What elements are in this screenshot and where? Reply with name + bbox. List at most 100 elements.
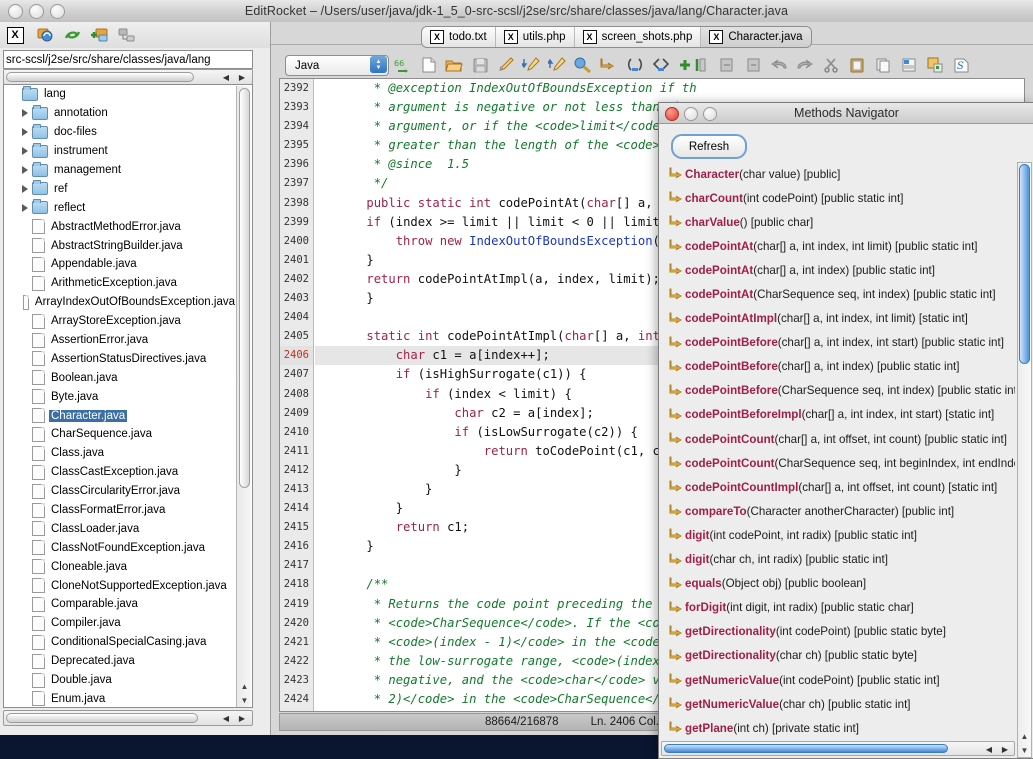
file-tree-item[interactable]: reflect [4,198,237,217]
file-tree-item[interactable]: Comparable.java [4,595,237,614]
file-tree-item[interactable]: management [4,161,237,180]
minimize-window-button[interactable] [29,4,44,19]
window-traffic-lights[interactable] [8,4,65,19]
scroll-left-icon[interactable]: ◀ [218,70,234,84]
scroll-right-icon[interactable]: ▶ [234,70,250,84]
file-tree-item[interactable]: Compiler.java [4,614,237,633]
methods-navigator-close-button[interactable] [665,107,679,121]
close-window-button[interactable] [8,4,23,19]
document-tabs[interactable]: Xtodo.txtXutils.phpXscreen_shots.phpXCha… [421,26,812,48]
refresh-browser-icon[interactable] [35,25,55,45]
structure-icon[interactable] [116,25,136,45]
file-tree-item[interactable]: annotation [4,104,237,123]
methods-list-hscrollbar[interactable]: ◀ ▶ [661,741,1015,756]
file-tree-item[interactable]: instrument [4,142,237,161]
method-list-item[interactable]: forDigit(int digit, int radix) [public s… [661,596,1015,620]
file-tree-item[interactable]: Class.java [4,444,237,463]
method-list-item[interactable]: codePointBeforeImpl(char[] a, int index,… [661,403,1015,427]
file-tree-item[interactable]: Double.java [4,671,237,690]
file-tree-item[interactable]: AssertionError.java [4,331,237,350]
method-list-item[interactable]: charCount(int codePoint) [public static … [661,186,1015,210]
hscrollbar-thumb[interactable] [6,72,194,82]
indent-left-icon[interactable] [743,56,763,74]
file-tree-item[interactable]: ClassLoader.java [4,519,237,538]
method-list-item[interactable]: codePointBefore(CharSequence seq, int in… [661,379,1015,403]
disclosure-triangle-icon[interactable] [18,128,32,136]
file-tree-item[interactable]: Cloneable.java [4,557,237,576]
tab-close-icon[interactable]: X [583,30,597,44]
method-list-item[interactable]: digit(int codePoint, int radix) [public … [661,523,1015,547]
methods-list[interactable]: Character(char value) [public]charCount(… [661,162,1015,738]
document-tab[interactable]: Xtodo.txt [422,27,496,47]
file-tree-item[interactable]: CharSequence.java [4,425,237,444]
file-tree-item[interactable]: AbstractStringBuilder.java [4,236,237,255]
file-tree-item[interactable]: Deprecated.java [4,652,237,671]
scroll-up-icon[interactable]: ▲ [238,680,251,693]
download-icon[interactable] [521,56,541,74]
method-list-item[interactable]: Character(char value) [public] [661,162,1015,186]
vscrollbar-thumb[interactable] [239,88,250,488]
method-list-item[interactable]: compareTo(Character anotherCharacter) [p… [661,499,1015,523]
upload-icon[interactable] [547,56,567,74]
method-list-item[interactable]: codePointBefore(char[] a, int index, int… [661,331,1015,355]
file-tree-item[interactable]: Enum.java [4,690,237,709]
methods-navigator-minimize-button[interactable] [684,107,698,121]
close-browser-button[interactable]: X [5,25,25,45]
file-tree-item[interactable]: AssertionStatusDirectives.java [4,349,237,368]
open-folder-icon[interactable] [444,56,464,74]
language-stepper-icon[interactable]: ▲▼ [370,56,387,73]
spellcheck-icon[interactable]: S [951,56,971,74]
parens-icon[interactable] [625,56,645,74]
disclosure-triangle-icon[interactable] [18,166,32,174]
method-list-item[interactable]: codePointCount(char[] a, int offset, int… [661,427,1015,451]
method-list-item[interactable]: codePointCountImpl(char[] a, int offset,… [661,475,1015,499]
methods-list-vscrollbar[interactable]: ▲ ▼ [1017,162,1032,758]
method-list-item[interactable]: digit(char ch, int radix) [public static… [661,548,1015,572]
file-tree-item[interactable]: doc-files [4,123,237,142]
file-tree-item[interactable]: Character.java [4,406,237,425]
methods-vscrollbar-thumb[interactable] [1019,164,1030,364]
method-list-item[interactable]: codePointCount(CharSequence seq, int beg… [661,451,1015,475]
tree-scroll-left-icon[interactable]: ◀ [218,711,234,725]
method-list-item[interactable]: codePointAtImpl(char[] a, int index, int… [661,307,1015,331]
scroll-down-icon[interactable]: ▼ [238,694,251,707]
redo-icon[interactable] [795,56,815,74]
disclosure-triangle-icon[interactable] [18,204,32,212]
tree-hscrollbar-thumb[interactable] [6,713,198,723]
methods-scroll-up-icon[interactable]: ▲ [1018,730,1031,743]
methods-scroll-right-icon[interactable]: ▶ [997,742,1013,756]
method-list-item[interactable]: codePointAt(CharSequence seq, int index)… [661,282,1015,306]
methods-navigator-zoom-button[interactable] [703,107,717,121]
file-tree-item[interactable]: ClassFormatError.java [4,501,237,520]
browser-path-field[interactable]: src-scsl/j2se/src/share/classes/java/lan… [3,50,253,69]
methods-scroll-left-icon[interactable]: ◀ [981,742,997,756]
add-folder-icon[interactable] [89,25,109,45]
file-tree-item[interactable]: CloneNotSupportedException.java [4,576,237,595]
disclosure-triangle-icon[interactable] [18,185,32,193]
file-tree-item[interactable]: ClassNotFoundException.java [4,538,237,557]
file-tree-vscrollbar[interactable]: ▲ ▼ [236,86,251,708]
save-icon[interactable] [470,56,490,74]
sync-icon[interactable] [62,25,82,45]
file-tree-item[interactable]: Boolean.java [4,368,237,387]
file-tree-item[interactable]: ArrayStoreException.java [4,312,237,331]
file-tree-item[interactable]: AbstractMethodError.java [4,217,237,236]
color-picker-icon[interactable] [925,56,945,74]
disclosure-triangle-icon[interactable] [18,147,32,155]
method-list-item[interactable]: getNumericValue(char ch) [public static … [661,692,1015,716]
method-list-item[interactable]: getNumericValue(int codePoint) [public s… [661,668,1015,692]
file-tree-hscrollbar[interactable]: ◀ ▶ [3,710,253,726]
copy-icon[interactable] [873,56,893,74]
code-line[interactable]: * @exception IndexOutOfBoundsException i… [315,79,1025,98]
file-tree-item[interactable]: Appendable.java [4,255,237,274]
methods-navigator-traffic-lights[interactable] [665,107,717,121]
zoom-window-button[interactable] [50,4,65,19]
document-tab[interactable]: Xutils.php [496,27,575,47]
file-tree-item[interactable]: ClassCastException.java [4,463,237,482]
tree-scroll-right-icon[interactable]: ▶ [234,711,250,725]
browser-path-hscrollbar[interactable]: ◀ ▶ [3,69,253,85]
method-list-item[interactable]: charValue() [public char] [661,210,1015,234]
methods-scroll-down-icon[interactable]: ▼ [1018,744,1031,757]
find-icon[interactable] [573,56,593,74]
file-tree-item[interactable]: Byte.java [4,387,237,406]
